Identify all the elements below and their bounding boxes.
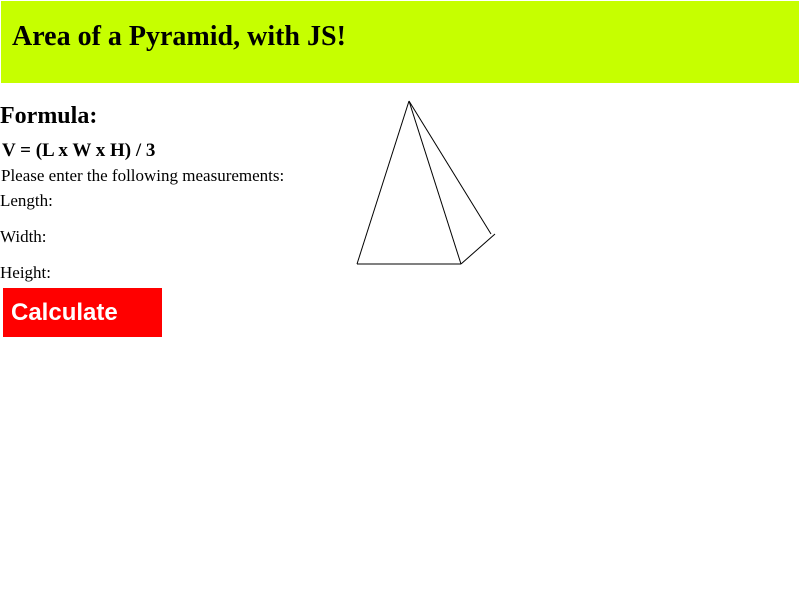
pyramid-right-base-edge bbox=[460, 233, 496, 265]
formula-heading: Formula: bbox=[0, 103, 98, 129]
header-banner: Area of a Pyramid, with JS! bbox=[1, 1, 799, 83]
pyramid-left-edge bbox=[356, 100, 410, 265]
pyramid-front-edge bbox=[408, 100, 462, 265]
pyramid-back-edge bbox=[408, 100, 492, 235]
width-label: Width: bbox=[0, 227, 47, 246]
calculate-button[interactable]: Calculate bbox=[3, 288, 162, 337]
height-label: Height: bbox=[0, 263, 51, 282]
length-label: Length: bbox=[0, 191, 53, 210]
page: Area of a Pyramid, with JS! Formula: V =… bbox=[0, 0, 800, 600]
instructions-text: Please enter the following measurements: bbox=[1, 166, 285, 185]
pyramid-icon bbox=[356, 100, 496, 265]
formula-equation: V = (L x W x H) / 3 bbox=[2, 140, 156, 161]
page-title: Area of a Pyramid, with JS! bbox=[12, 21, 346, 52]
